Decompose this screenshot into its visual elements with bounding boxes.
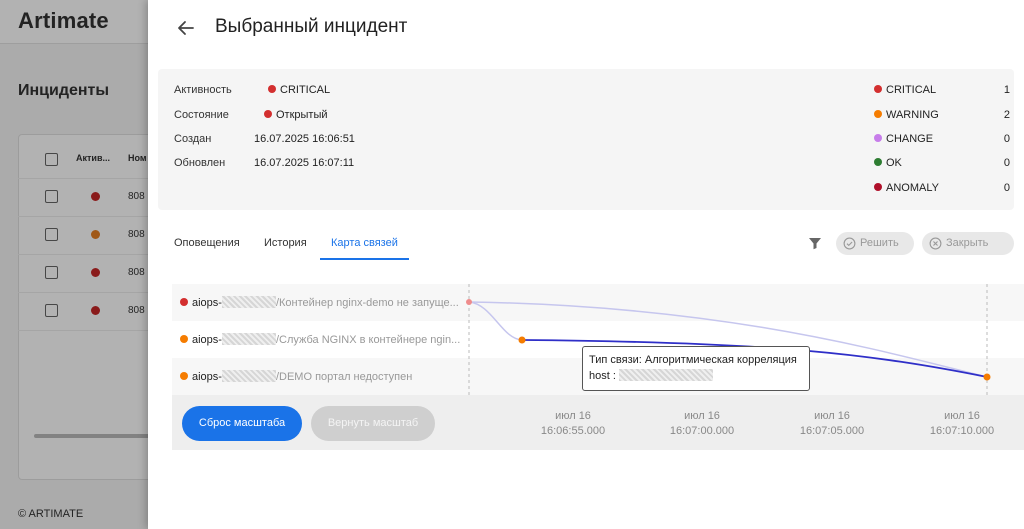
critical-dot [268, 85, 276, 93]
stat-critical: CRITICAL 1 [874, 84, 1010, 96]
stat-anomaly: ANOMALY 0 [874, 182, 1010, 194]
state-value: Открытый [264, 109, 328, 121]
relation-tooltip: Тип связи: Алгоритмическая корреляция ho… [582, 346, 810, 391]
activity-label: Активность [174, 84, 232, 96]
state-dot [264, 110, 272, 118]
axis-tick: июл 16 16:07:05.000 [782, 409, 882, 439]
close-label: Закрыть [946, 237, 989, 249]
axis-tick: июл 16 16:06:55.000 [523, 409, 623, 439]
event-point[interactable] [466, 299, 472, 305]
resolve-label: Решить [860, 237, 899, 249]
tick-date: июл 16 [944, 410, 980, 422]
stat-name: OK [886, 157, 902, 169]
tick-time: 16:07:00.000 [669, 425, 735, 437]
tick-time: 16:06:55.000 [540, 425, 606, 437]
stat-change: CHANGE 0 [874, 133, 1010, 145]
stat-name: ANOMALY [886, 182, 939, 194]
stat-dot [874, 183, 882, 191]
stat-count: 1 [1003, 84, 1010, 96]
tick-date: июл 16 [684, 410, 720, 422]
updated-label: Обновлен [174, 157, 226, 169]
tab-relations-map[interactable]: Карта связей [320, 228, 409, 260]
incident-drawer: Выбранный инцидент Активность CRITICAL С… [148, 0, 1024, 529]
drawer-title: Выбранный инцидент [215, 16, 408, 37]
reset-zoom-button[interactable]: Сброс масштаба [182, 406, 302, 441]
resolve-button[interactable]: Решить [836, 232, 914, 255]
state-text: Открытый [276, 109, 328, 121]
stat-name: CHANGE [886, 133, 934, 145]
tab-alerts[interactable]: Оповещения [174, 228, 240, 260]
stat-count: 0 [1003, 133, 1010, 145]
state-label: Состояние [174, 109, 229, 121]
tooltip-host-label: host : [589, 370, 616, 382]
tab-history[interactable]: История [264, 228, 307, 260]
check-circle-icon [843, 237, 856, 250]
filter-icon[interactable] [807, 235, 823, 251]
stat-count: 0 [1003, 157, 1010, 169]
stat-warning: WARNING 2 [874, 109, 1010, 121]
back-arrow-icon[interactable] [174, 16, 198, 40]
tick-date: июл 16 [555, 410, 591, 422]
stat-count: 0 [1003, 182, 1010, 194]
stat-dot [874, 85, 882, 93]
relations-timeline: aiops-/Контейнер nginx-demo не запуще...… [172, 284, 1024, 450]
restore-zoom-button[interactable]: Вернуть масштаб [311, 406, 435, 441]
event-point[interactable] [983, 373, 991, 381]
updated-value: 16.07.2025 16:07:11 [254, 157, 355, 169]
created-label: Создан [174, 133, 212, 145]
activity-text: CRITICAL [280, 84, 331, 96]
close-incident-button[interactable]: Закрыть [922, 232, 1014, 255]
event-point[interactable] [518, 336, 526, 344]
stat-ok: OK 0 [874, 157, 1010, 169]
tick-time: 16:07:10.000 [929, 425, 995, 437]
tick-date: июл 16 [814, 410, 850, 422]
stat-dot [874, 134, 882, 142]
stat-count: 2 [1003, 109, 1010, 121]
redacted-host [618, 369, 713, 381]
created-value: 16.07.2025 16:06:51 [254, 133, 355, 145]
incident-info-panel: Активность CRITICAL Состояние Открытый С… [158, 69, 1014, 210]
axis-tick: июл 16 16:07:00.000 [652, 409, 752, 439]
tick-time: 16:07:05.000 [799, 425, 865, 437]
close-circle-icon [929, 237, 942, 250]
axis-tick: июл 16 16:07:10.000 [912, 409, 1012, 439]
activity-value: CRITICAL [268, 84, 330, 96]
stat-name: CRITICAL [886, 84, 937, 96]
relation-link[interactable] [468, 301, 523, 341]
tooltip-host: host : [589, 368, 803, 384]
tooltip-relation-type: Тип связи: Алгоритмическая корреляция [589, 354, 797, 366]
stat-dot [874, 110, 882, 118]
stat-name: WARNING [886, 109, 939, 121]
stat-dot [874, 158, 882, 166]
